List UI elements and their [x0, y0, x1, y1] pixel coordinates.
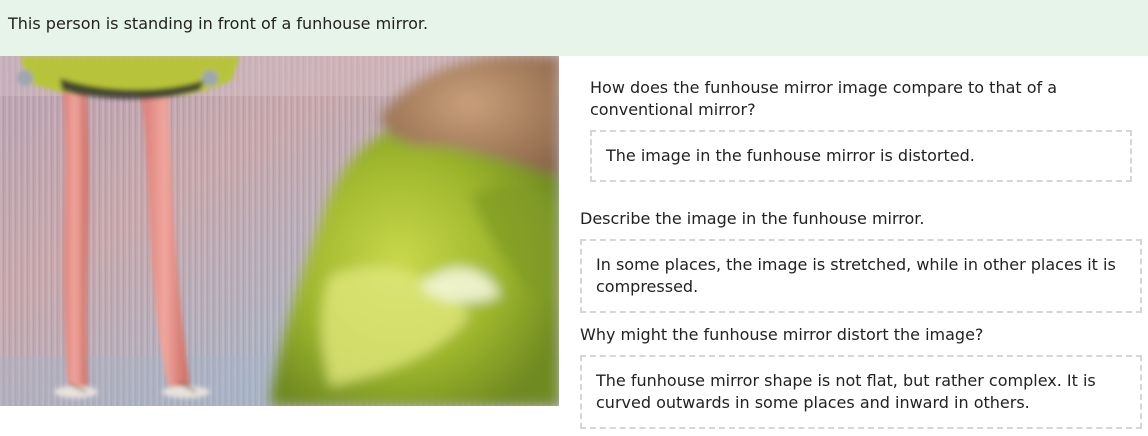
- question-1-text: How does the funhouse mirror image compa…: [590, 78, 1058, 119]
- answer-2-box[interactable]: In some places, the image is stretched, …: [580, 239, 1142, 313]
- answer-1-text: The image in the funhouse mirror is dist…: [606, 146, 975, 165]
- question-3-text: Why might the funhouse mirror distort th…: [580, 325, 984, 344]
- answer-1-box[interactable]: The image in the funhouse mirror is dist…: [590, 130, 1132, 182]
- answer-2-text: In some places, the image is stretched, …: [596, 255, 1116, 296]
- funhouse-mirror-photo: [0, 56, 559, 406]
- answer-3-box[interactable]: The funhouse mirror shape is not flat, b…: [580, 355, 1142, 429]
- question-2-prompt: Describe the image in the funhouse mirro…: [580, 208, 1140, 230]
- question-1-prompt: How does the funhouse mirror image compa…: [590, 77, 1060, 121]
- banner-text: This person is standing in front of a fu…: [8, 14, 429, 33]
- instruction-banner: This person is standing in front of a fu…: [0, 0, 1148, 56]
- question-2-text: Describe the image in the funhouse mirro…: [580, 209, 925, 228]
- question-3-prompt: Why might the funhouse mirror distort th…: [580, 324, 1140, 346]
- answer-3-text: The funhouse mirror shape is not flat, b…: [596, 371, 1096, 412]
